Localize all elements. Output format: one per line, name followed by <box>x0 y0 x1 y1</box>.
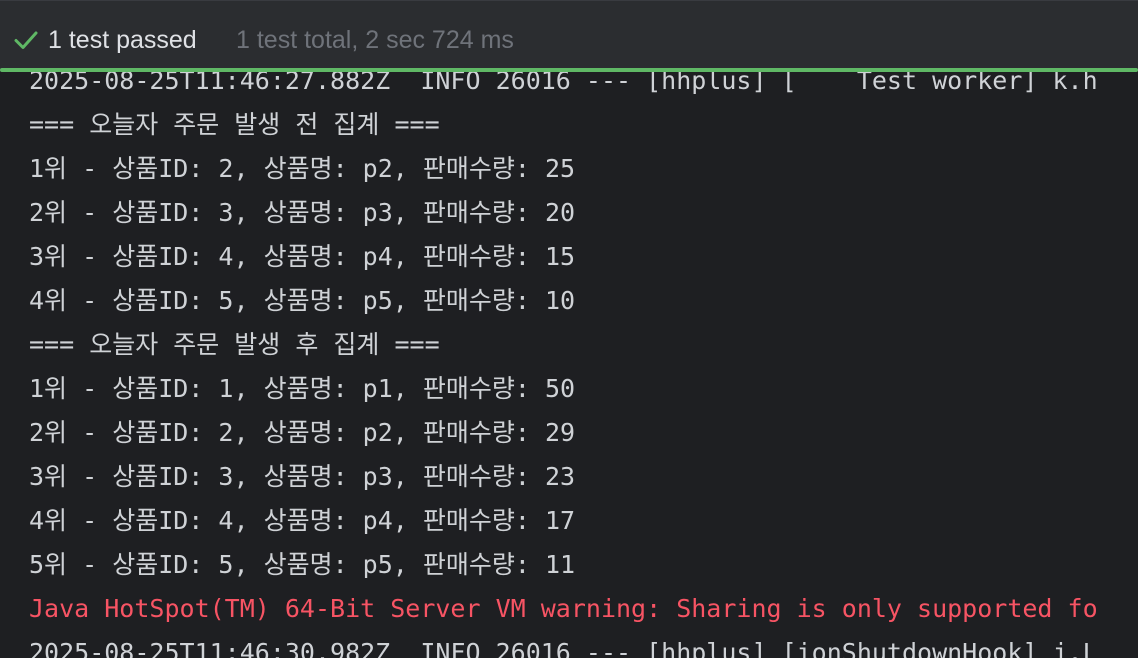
tests-total-label: 1 test total, 2 sec 724 ms <box>236 26 514 54</box>
tests-passed-label: 1 test passed <box>48 26 197 54</box>
console-line: 5위 - 상품ID: 5, 상품명: p5, 판매수량: 11 <box>29 550 576 579</box>
console-line: 2위 - 상품ID: 2, 상품명: p2, 판매수량: 29 <box>29 418 576 447</box>
console-line: 4위 - 상품ID: 4, 상품명: p4, 판매수량: 17 <box>29 506 576 535</box>
console-line: 2위 - 상품ID: 3, 상품명: p3, 판매수량: 20 <box>29 198 576 227</box>
console-line: 2025-08-25T11:46:27.882Z INFO 26016 --- … <box>29 72 1098 95</box>
console-line: === 오늘자 주문 발생 후 집계 === <box>29 330 440 359</box>
console-warning-line: Java HotSpot(TM) 64-Bit Server VM warnin… <box>29 594 1098 623</box>
check-icon <box>14 31 38 49</box>
console-line: 1위 - 상품ID: 2, 상품명: p2, 판매수량: 25 <box>29 154 576 183</box>
console-line: 2025-08-25T11:46:30.982Z INFO 26016 --- … <box>29 638 1098 658</box>
console-line: === 오늘자 주문 발생 전 집계 === <box>29 110 440 139</box>
test-runner-window: 1 test passed 1 test total, 2 sec 724 ms… <box>0 0 1138 658</box>
console-line: 1위 - 상품ID: 1, 상품명: p1, 판매수량: 50 <box>29 374 576 403</box>
console-output[interactable]: 2025-08-25T11:46:27.882Z INFO 26016 --- … <box>0 72 1138 658</box>
console-line: 3위 - 상품ID: 4, 상품명: p4, 판매수량: 15 <box>29 242 576 271</box>
console-line: 3위 - 상품ID: 3, 상품명: p3, 판매수량: 23 <box>29 462 576 491</box>
test-status-bar: 1 test passed 1 test total, 2 sec 724 ms <box>0 0 1138 70</box>
console-line: 4위 - 상품ID: 5, 상품명: p5, 판매수량: 10 <box>29 286 576 315</box>
